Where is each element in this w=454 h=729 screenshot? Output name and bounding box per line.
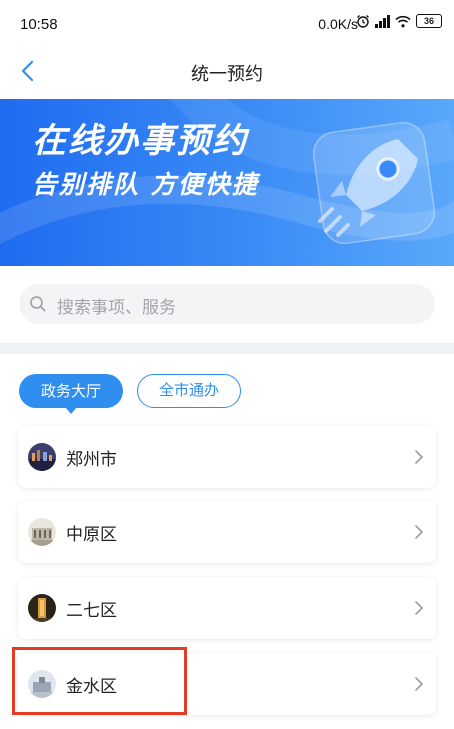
chevron-right-icon bbox=[415, 450, 424, 464]
battery-icon: 36 bbox=[416, 14, 442, 28]
nav-bar: 统一预约 bbox=[0, 50, 454, 96]
list-item-erqi[interactable]: 二七区 bbox=[18, 577, 436, 639]
banner-subtitle: 告别排队 方便快捷 bbox=[32, 170, 259, 199]
rocket-icon bbox=[312, 121, 436, 245]
list-item-zhongyuan[interactable]: 中原区 bbox=[18, 501, 436, 563]
status-bar: 10:58 0.0K/s 36 bbox=[0, 0, 454, 50]
search-input[interactable]: 搜索事项、服务 bbox=[19, 284, 435, 324]
status-time: 10:58 bbox=[20, 16, 58, 33]
tab-government-hall[interactable]: 政务大厅 bbox=[19, 374, 123, 414]
alarm-icon bbox=[357, 15, 369, 28]
avatar bbox=[28, 594, 56, 622]
chevron-right-icon bbox=[415, 677, 424, 691]
page-title: 统一预约 bbox=[191, 64, 263, 85]
tab-pointer bbox=[65, 407, 77, 414]
wifi-icon bbox=[395, 15, 411, 27]
section-divider bbox=[0, 343, 454, 354]
signal-icon bbox=[375, 14, 390, 28]
tab-citywide[interactable]: 全市通办 bbox=[137, 374, 241, 408]
banner: 在线办事预约 告别排队 方便快捷 bbox=[0, 99, 454, 266]
chevron-right-icon bbox=[415, 601, 424, 615]
chevron-right-icon bbox=[415, 525, 424, 539]
network-speed: 0.0K/s bbox=[318, 16, 358, 32]
tab-label: 全市通办 bbox=[158, 381, 219, 399]
item-label: 郑州市 bbox=[66, 450, 117, 470]
banner-title: 在线办事预约 bbox=[32, 121, 248, 161]
list-item-zhengzhou[interactable]: 郑州市 bbox=[18, 426, 436, 488]
status-icons: 36 bbox=[356, 14, 442, 28]
avatar bbox=[28, 518, 56, 546]
tab-label: 政务大厅 bbox=[40, 382, 101, 400]
highlight-annotation-box bbox=[12, 647, 187, 715]
avatar bbox=[28, 443, 56, 471]
item-label: 二七区 bbox=[66, 601, 117, 621]
search-placeholder: 搜索事项、服务 bbox=[57, 298, 176, 318]
item-label: 中原区 bbox=[66, 525, 117, 545]
search-icon bbox=[30, 296, 46, 312]
